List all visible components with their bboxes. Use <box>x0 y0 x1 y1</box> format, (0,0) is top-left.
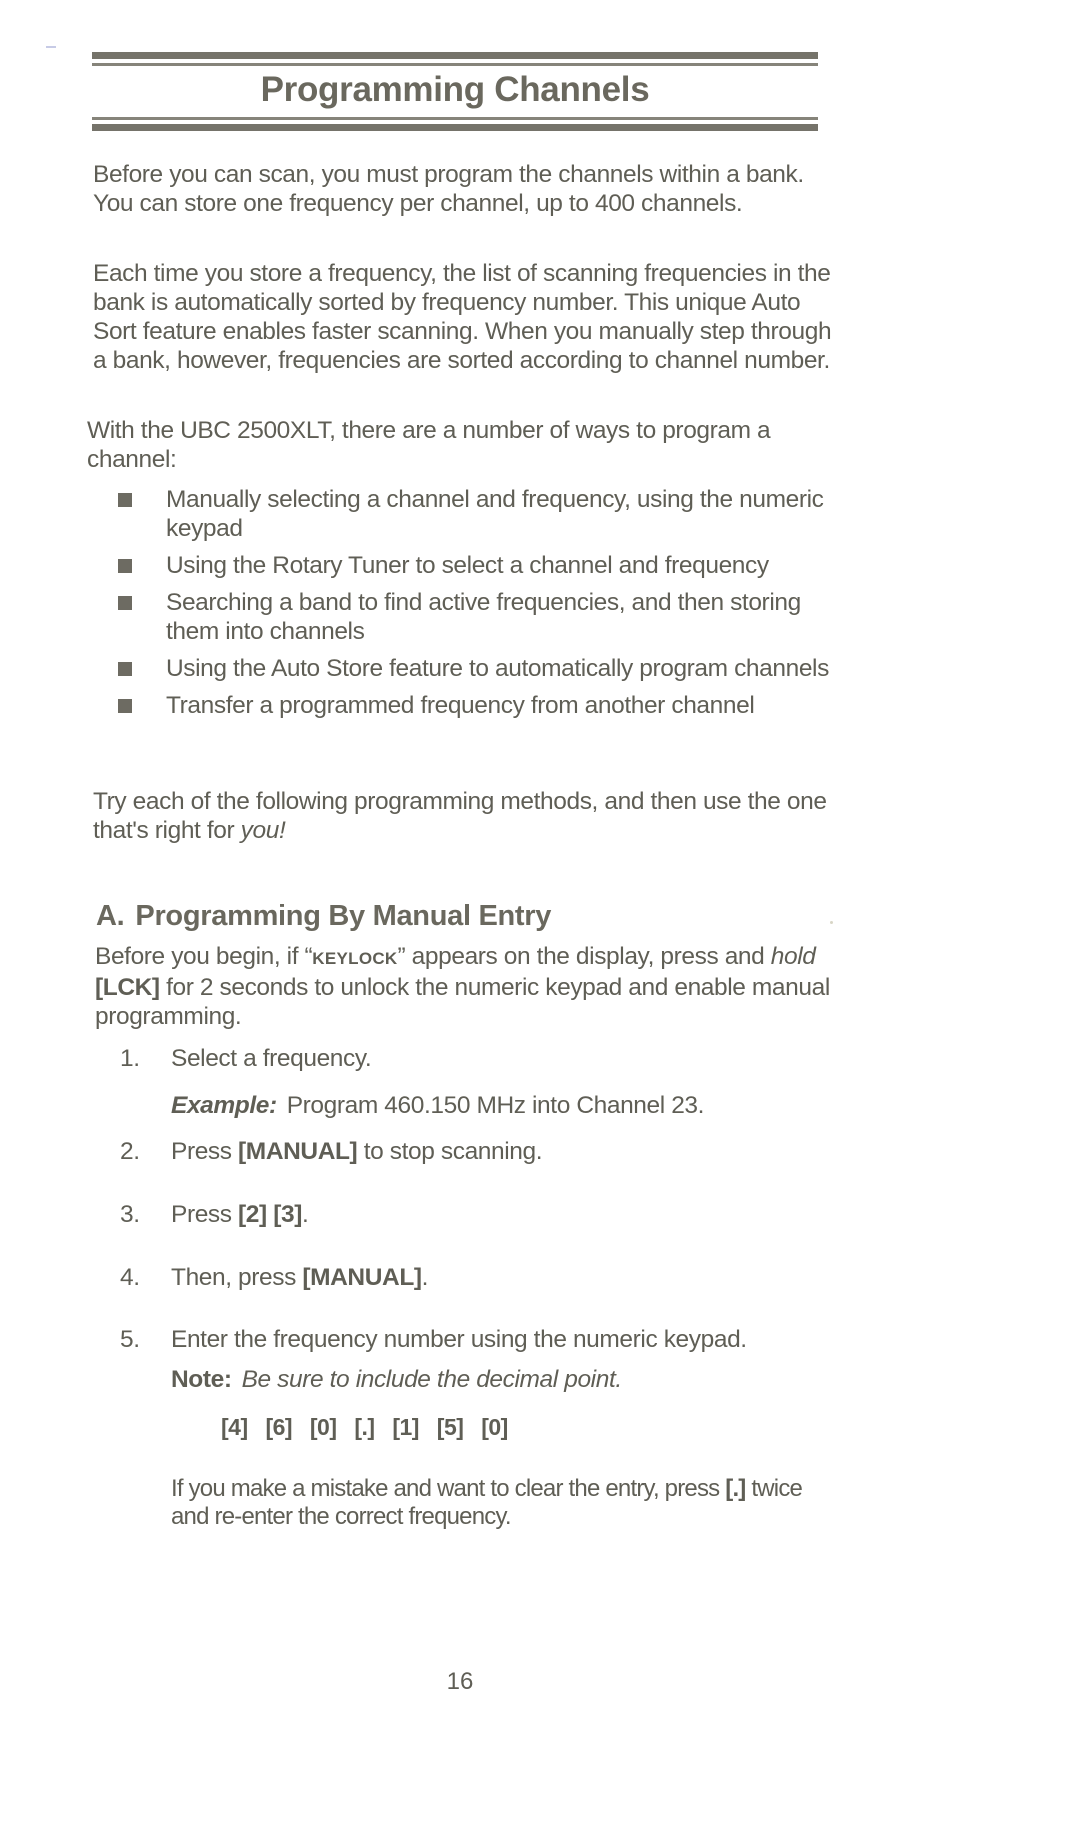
rule-thick-line <box>92 52 818 59</box>
keylock-text-1: Before you begin, if “ <box>95 943 313 970</box>
manual-entry-steps: 1. Select a frequency. Example: Program 4… <box>118 1044 838 1531</box>
emphasis-you: you! <box>240 817 286 844</box>
example-text: Program 460.150 MHz into Channel 23. <box>286 1092 705 1119</box>
step-text: . <box>421 1264 429 1291</box>
list-item-text: Transfer a programmed frequency from ano… <box>166 692 755 719</box>
example-label: Example: <box>171 1092 277 1119</box>
try-methods-paragraph: Try each of the following programming me… <box>93 787 833 845</box>
list-item-text: Using the Rotary Tuner to select a chann… <box>166 552 769 579</box>
step-item: 2. Press [MANUAL] to stop scanning. <box>118 1137 838 1200</box>
emphasis-hold: hold <box>770 943 816 970</box>
step-number: 1. <box>120 1045 140 1072</box>
example-row: Example: Program 460.150 MHz into Channel… <box>118 1091 838 1137</box>
rule-thick-line <box>92 124 818 131</box>
step-text: Press <box>171 1138 239 1165</box>
section-title: Programming By Manual Entry <box>135 900 552 932</box>
key-2: [2] <box>238 1201 267 1228</box>
square-bullet-icon <box>118 559 132 573</box>
title-rule-bottom <box>92 117 818 133</box>
keypad-key-decimal: [.] <box>354 1414 375 1440</box>
title-rule-top <box>92 52 818 68</box>
keypad-key-4: [4] <box>221 1414 248 1440</box>
step-number: 4. <box>120 1264 140 1291</box>
page-number: 16 <box>446 1668 474 1695</box>
try-methods-text: Try each of the following programming me… <box>93 788 827 844</box>
intro-paragraph-methods: With the UBC 2500XLT, there are a number… <box>87 417 771 473</box>
key-sequence: [4] [6] [0] [.] [1] [5] [0] <box>118 1413 838 1475</box>
programming-methods-list: Manually selecting a channel and frequen… <box>118 485 838 728</box>
note-text: Be sure to include the decimal point. <box>241 1366 623 1393</box>
square-bullet-icon <box>118 596 132 610</box>
keypad-key-5: [5] <box>436 1414 464 1440</box>
section-heading-manual-entry: A. Programming By Manual Entry <box>96 898 551 934</box>
scan-artifact <box>46 46 56 48</box>
step-text: Then, press <box>171 1264 303 1291</box>
step-text: . <box>301 1201 309 1228</box>
list-item-text: Manually selecting a channel and frequen… <box>166 486 824 542</box>
keylock-paragraph: Before you begin, if “KEYLOCK” appears o… <box>95 942 835 1031</box>
square-bullet-icon <box>118 699 132 713</box>
keylock-text-3: for 2 seconds to unlock the numeric keyp… <box>95 974 830 1030</box>
list-item-text: Searching a band to find active frequenc… <box>166 589 801 645</box>
list-item: Searching a band to find active frequenc… <box>118 588 838 646</box>
key-lck: [LCK] <box>95 974 160 1001</box>
keypad-key-0: [0] <box>481 1414 508 1440</box>
key-manual: [MANUAL] <box>238 1138 358 1165</box>
step-item: 1. Select a frequency. <box>118 1044 838 1091</box>
step-item: 3. Press [2] [3]. <box>118 1200 838 1263</box>
keypad-key-1: [1] <box>392 1414 419 1440</box>
key-manual: [MANUAL] <box>302 1264 422 1291</box>
rule-thin-line <box>92 117 818 120</box>
step-number: 5. <box>120 1326 140 1353</box>
step-item: 4. Then, press [MANUAL]. <box>118 1263 838 1325</box>
keypad-key-0: [0] <box>309 1414 337 1440</box>
keylock-text-2: ” appears on the display, press and <box>397 943 771 970</box>
list-item-text: Using the Auto Store feature to automati… <box>166 655 829 682</box>
intro-paragraph-storage: Before you can scan, you must program th… <box>93 161 804 217</box>
list-item: Using the Rotary Tuner to select a chann… <box>118 551 838 580</box>
note-label: Note: <box>171 1366 232 1393</box>
step-text: Enter the frequency number using the num… <box>171 1326 747 1353</box>
step-number: 3. <box>120 1201 140 1228</box>
square-bullet-icon <box>118 662 132 676</box>
list-item: Transfer a programmed frequency from ano… <box>118 691 838 720</box>
clear-entry-hint: If you make a mistake and want to clear … <box>118 1475 838 1531</box>
rule-thin-line <box>92 63 818 66</box>
list-item: Manually selecting a channel and frequen… <box>118 485 838 543</box>
step-number: 2. <box>120 1138 140 1165</box>
intro-paragraph-auto-sort: Each time you store a frequency, the lis… <box>93 260 832 374</box>
step-text: to stop scanning. <box>357 1138 543 1165</box>
keypad-key-6: [6] <box>265 1414 293 1440</box>
key-3: [3] <box>273 1201 302 1228</box>
square-bullet-icon <box>118 493 132 507</box>
section-letter: A. <box>96 900 125 932</box>
keylock-display-text: KEYLOCK <box>312 949 398 968</box>
step-text: Select a frequency. <box>171 1045 372 1072</box>
list-item: Using the Auto Store feature to automati… <box>118 654 838 683</box>
step-text: Press <box>171 1201 239 1228</box>
hint-text: If you make a mistake and want to clear … <box>171 1475 726 1502</box>
step-item: 5. Enter the frequency number using the … <box>118 1325 838 1365</box>
scan-speck <box>830 921 833 924</box>
note-row: Note: Be sure to include the decimal poin… <box>118 1365 838 1413</box>
page-title: Programming Channels <box>260 70 650 109</box>
key-decimal: [.] <box>725 1475 746 1502</box>
